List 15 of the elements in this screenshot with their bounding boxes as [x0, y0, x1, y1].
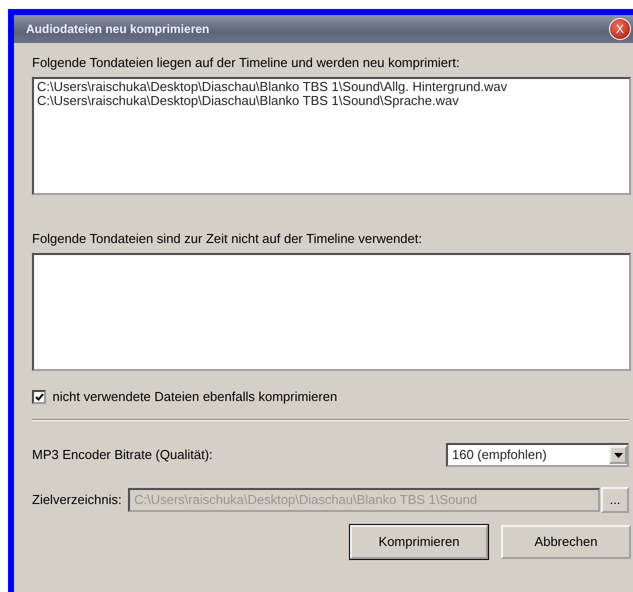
window-title: Audiodateien neu komprimieren [26, 21, 210, 38]
compress-button[interactable]: Komprimieren [350, 525, 488, 559]
section-label: Folgende Tondateien liegen auf der Timeline und werden neu komprimiert: [32, 55, 461, 71]
file-list-item[interactable]: C:\Users\raischuka\Desktop\Diaschau\Blanko TBS 1\Sound\Allg. Hintergrund.wav [37, 80, 626, 94]
file-list-item[interactable]: C:\Users\raischuka\Desktop\Diaschau\Blanko TBS 1\Sound\Sprache.wav [37, 94, 626, 108]
close-button[interactable]: X [609, 18, 631, 40]
bitrate-dropdown[interactable]: 160 (empfohlen) [446, 443, 629, 467]
target-label: Zielverzeichnis: [32, 492, 122, 508]
bitrate-label: MP3 Encoder Bitrate (Qualität): [32, 447, 214, 463]
section-label: Folgende Tondateien sind zur Zeit nicht auf der Timeline verwendet: [32, 231, 423, 247]
file-list[interactable] [32, 253, 631, 371]
file-list[interactable]: C:\Users\raischuka\Desktop\Diaschau\Blanko TBS 1\Sound\Allg. Hintergrund.wav C:\Users\raischuka\Desktop\Diaschau\Blanko TBS 1\Sound\Sprache.wav [32, 77, 631, 195]
cancel-button[interactable]: Abbrechen [501, 525, 631, 559]
checkbox-label: nicht verwendete Dateien ebenfalls komprimieren [52, 389, 338, 405]
checkbox[interactable] [32, 390, 46, 404]
